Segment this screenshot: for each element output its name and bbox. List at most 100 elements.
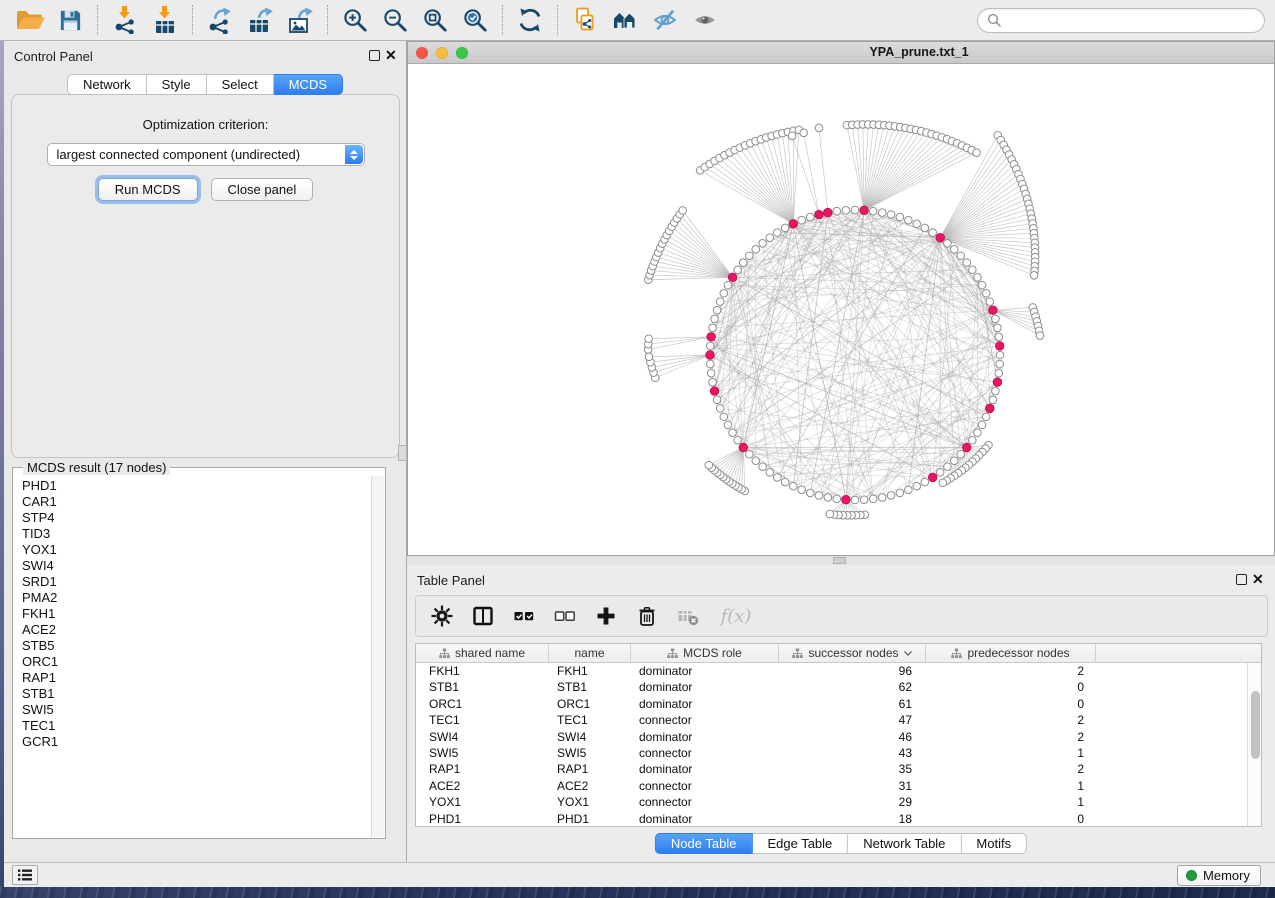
- horizontal-splitter-handle[interactable]: [833, 557, 846, 564]
- mcds-result-item[interactable]: GCR1: [22, 734, 371, 750]
- ring-node[interactable]: [944, 463, 952, 471]
- mcds-result-item[interactable]: STB5: [22, 638, 371, 654]
- ring-node[interactable]: [798, 216, 806, 224]
- ring-node[interactable]: [957, 252, 965, 260]
- leaf-node[interactable]: [939, 479, 947, 487]
- vertical-splitter-handle[interactable]: [398, 445, 407, 461]
- select-all-rows-button[interactable]: [512, 604, 536, 628]
- add-column-button[interactable]: [594, 604, 618, 628]
- table-cell[interactable]: RAP1: [549, 761, 631, 777]
- ring-node[interactable]: [752, 457, 760, 465]
- table-scrollbar[interactable]: [1247, 663, 1261, 826]
- ring-node[interactable]: [798, 486, 806, 494]
- mcds-hub-node[interactable]: [707, 333, 716, 342]
- export-table-button[interactable]: [240, 2, 280, 38]
- leaf-node[interactable]: [788, 132, 796, 140]
- mcds-hub-node[interactable]: [962, 443, 971, 452]
- mcds-result-item[interactable]: ORC1: [22, 654, 371, 670]
- ring-node[interactable]: [921, 224, 929, 232]
- leaf-node[interactable]: [826, 510, 834, 518]
- mcds-result-item[interactable]: PHD1: [22, 478, 371, 494]
- table-cell[interactable]: 0: [926, 811, 1096, 826]
- ring-node[interactable]: [739, 259, 747, 267]
- column-header-predecessor-nodes[interactable]: predecessor nodes: [926, 644, 1096, 662]
- mcds-hub-node[interactable]: [706, 351, 715, 360]
- leaf-node[interactable]: [800, 129, 808, 137]
- table-cell[interactable]: 47: [779, 712, 926, 728]
- ring-node[interactable]: [734, 436, 742, 444]
- table-cell[interactable]: ACE2: [416, 778, 549, 794]
- table-cell[interactable]: 35: [779, 761, 926, 777]
- table-cell[interactable]: connector: [631, 712, 779, 728]
- table-row[interactable]: RAP1RAP1dominator352: [416, 761, 1247, 777]
- zoom-selected-button[interactable]: [455, 2, 495, 38]
- table-cell[interactable]: dominator: [631, 679, 779, 695]
- table-cell[interactable]: ACE2: [549, 778, 631, 794]
- ring-node[interactable]: [720, 289, 728, 297]
- zoom-fit-button[interactable]: [415, 2, 455, 38]
- mcds-hub-node[interactable]: [993, 378, 1002, 387]
- ring-node[interactable]: [986, 298, 994, 306]
- mcds-result-item[interactable]: CAR1: [22, 494, 371, 510]
- table-cell[interactable]: 31: [779, 778, 926, 794]
- ring-node[interactable]: [950, 245, 958, 253]
- window-close-icon[interactable]: [416, 47, 428, 59]
- ring-node[interactable]: [869, 207, 877, 215]
- ring-node[interactable]: [724, 421, 732, 429]
- table-cell[interactable]: 2: [926, 729, 1096, 745]
- table-cell[interactable]: YOX1: [416, 794, 549, 810]
- mcds-hub-node[interactable]: [710, 387, 719, 396]
- table-cell[interactable]: SWI4: [549, 729, 631, 745]
- window-minimize-icon[interactable]: [436, 47, 448, 59]
- ring-node[interactable]: [781, 478, 789, 486]
- mcds-hub-node[interactable]: [739, 443, 748, 452]
- ring-node[interactable]: [720, 413, 728, 421]
- ring-node[interactable]: [944, 239, 952, 247]
- ring-node[interactable]: [996, 351, 1004, 359]
- mcds-hub-node[interactable]: [842, 495, 851, 504]
- ring-node[interactable]: [766, 469, 774, 477]
- import-table-button[interactable]: [145, 2, 185, 38]
- network-window-titlebar[interactable]: YPA_prune.txt_1: [408, 42, 1274, 64]
- ring-node[interactable]: [905, 486, 913, 494]
- mcds-hub-node[interactable]: [995, 342, 1004, 351]
- table-cell[interactable]: STB1: [416, 679, 549, 695]
- mcds-result-item[interactable]: SWI5: [22, 702, 371, 718]
- ring-node[interactable]: [994, 324, 1002, 332]
- tab-style[interactable]: Style: [147, 74, 207, 95]
- save-session-button[interactable]: [50, 2, 90, 38]
- table-row[interactable]: TEC1TEC1connector472: [416, 712, 1247, 728]
- float-table-panel-icon[interactable]: [1236, 574, 1247, 585]
- ring-node[interactable]: [752, 245, 760, 253]
- mcds-hub-node[interactable]: [728, 273, 737, 282]
- mcds-result-item[interactable]: TEC1: [22, 718, 371, 734]
- ring-node[interactable]: [724, 281, 732, 289]
- table-cell[interactable]: dominator: [631, 729, 779, 745]
- table-row[interactable]: ACE2ACE2connector311: [416, 778, 1247, 794]
- ring-node[interactable]: [709, 324, 717, 332]
- table-row[interactable]: SWI5SWI5connector431: [416, 745, 1247, 761]
- table-row[interactable]: STB1STB1dominator620: [416, 679, 1247, 695]
- ring-node[interactable]: [869, 495, 877, 503]
- table-cell[interactable]: connector: [631, 745, 779, 761]
- ring-node[interactable]: [978, 281, 986, 289]
- table-cell[interactable]: dominator: [631, 811, 779, 826]
- table-cell[interactable]: 29: [779, 794, 926, 810]
- import-network-button[interactable]: [105, 2, 145, 38]
- column-header-shared-name[interactable]: shared name: [416, 644, 549, 662]
- ring-node[interactable]: [878, 209, 886, 217]
- ring-node[interactable]: [974, 429, 982, 437]
- ring-node[interactable]: [789, 482, 797, 490]
- ring-node[interactable]: [806, 213, 814, 221]
- tab-network[interactable]: Network: [67, 74, 147, 95]
- table-cell[interactable]: 1: [926, 778, 1096, 794]
- table-cell[interactable]: 2: [926, 663, 1096, 679]
- table-cell[interactable]: YOX1: [549, 794, 631, 810]
- table-cell[interactable]: connector: [631, 794, 779, 810]
- first-neighbors-button[interactable]: [605, 2, 645, 38]
- ring-node[interactable]: [992, 387, 1000, 395]
- mcds-result-item[interactable]: FKH1: [22, 606, 371, 622]
- ring-node[interactable]: [759, 239, 767, 247]
- tab-mcds[interactable]: MCDS: [274, 74, 343, 95]
- ring-node[interactable]: [887, 492, 895, 500]
